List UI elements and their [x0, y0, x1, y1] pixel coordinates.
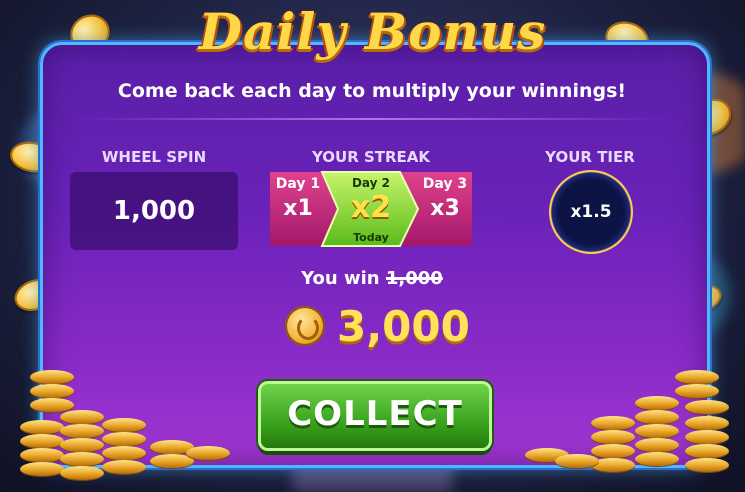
tier-label: YOUR TIER — [545, 148, 635, 166]
original-amount: 1,000 — [385, 268, 443, 289]
coin-pile-right — [515, 360, 745, 492]
tier-badge: x1.5 — [549, 170, 633, 254]
day-3-name: Day 3 — [422, 176, 468, 192]
streak-day-3: Day 3 x3 — [418, 170, 472, 248]
you-win-prefix: You win — [301, 268, 380, 289]
subtitle: Come back each day to multiply your winn… — [117, 80, 627, 102]
day-3-multiplier: x3 — [430, 196, 460, 221]
page-title: Daily Bonus — [198, 2, 547, 61]
today-tag: Today — [353, 231, 389, 244]
day-1-name: Day 1 — [275, 176, 321, 192]
win-amount: 3,000 — [337, 301, 470, 351]
tier-value: x1.5 — [570, 202, 612, 222]
coin-pile-left — [10, 360, 230, 492]
streak-day-2-today: Day 2 x2 Today — [322, 170, 420, 248]
coin-icon — [285, 306, 325, 346]
day-2-multiplier: x2 — [350, 190, 392, 225]
day-2-name: Day 2 — [351, 176, 391, 190]
collect-button[interactable]: COLLECT — [258, 381, 492, 451]
wheel-spin-label: WHEEL SPIN — [101, 148, 207, 166]
wheel-spin-value: 1,000 — [70, 172, 238, 250]
divider — [80, 118, 664, 120]
streak-track: Day 1 x1 Day 2 x2 Today Day 3 x3 — [270, 170, 472, 248]
streak-label: YOUR STREAK — [311, 148, 431, 166]
you-win-text: You win 1,000 — [272, 268, 472, 289]
win-amount-row: 3,000 — [285, 296, 470, 356]
streak-day-1: Day 1 x1 — [270, 170, 326, 248]
day-1-multiplier: x1 — [283, 196, 313, 221]
